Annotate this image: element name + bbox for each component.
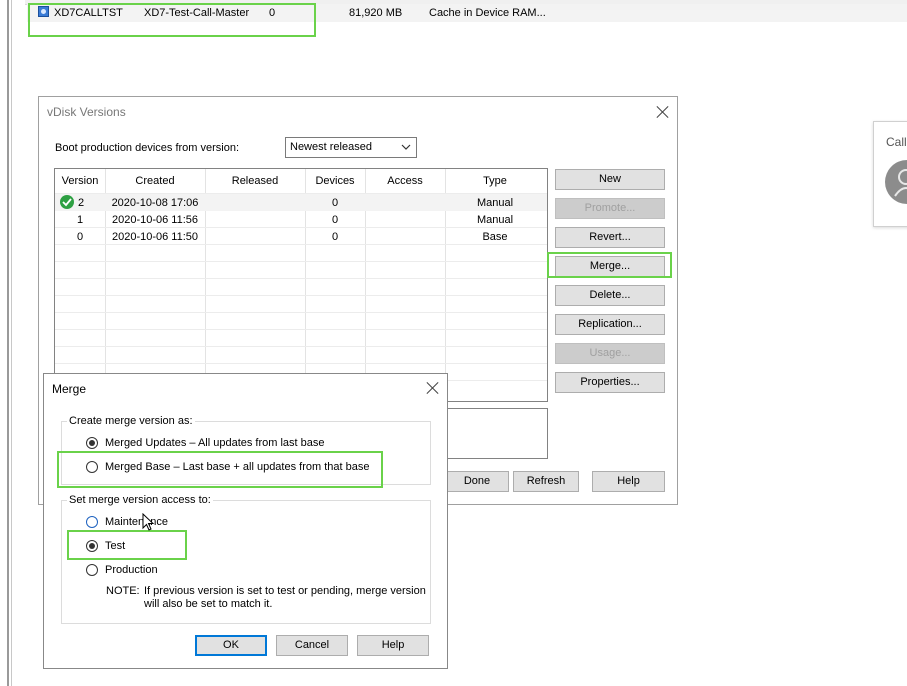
call-card-label: Call [886, 135, 907, 149]
merged-updates-radio[interactable] [86, 437, 98, 449]
col-header-type[interactable]: Type [445, 175, 545, 187]
cancel-button[interactable]: Cancel [276, 635, 348, 656]
replication-button[interactable]: Replication... [555, 314, 665, 335]
note-prefix: NOTE: [106, 585, 140, 597]
revert-button[interactable]: Revert... [555, 227, 665, 248]
row-type: Base [482, 231, 508, 243]
col-header-created[interactable]: Created [105, 175, 205, 187]
production-radio[interactable] [86, 564, 98, 576]
col-header-released[interactable]: Released [205, 175, 305, 187]
done-button[interactable]: Done [445, 471, 509, 492]
production-label[interactable]: Production [105, 564, 158, 576]
row-version: 0 [76, 231, 84, 243]
close-icon[interactable] [426, 381, 440, 395]
row-type: Manual [476, 197, 514, 209]
boot-version-value: Newest released [290, 141, 372, 153]
delete-button[interactable]: Delete... [555, 285, 665, 306]
window-border-inner [11, 0, 12, 686]
help-button[interactable]: Help [592, 471, 665, 492]
vdisk-cache-type: Cache in Device RAM... [429, 7, 546, 19]
highlight-box-vdisk-row [28, 3, 316, 37]
row-created: 2020-10-06 11:50 [111, 231, 199, 243]
row-version: 1 [76, 214, 84, 226]
close-icon[interactable] [656, 105, 670, 119]
properties-button[interactable]: Properties... [555, 372, 665, 393]
usage-button[interactable]: Usage... [555, 343, 665, 364]
merge-dialog-title: Merge [52, 382, 87, 396]
avatar [885, 160, 907, 204]
row-type: Manual [476, 214, 514, 226]
version-details-box [444, 408, 548, 459]
help-button[interactable]: Help [357, 635, 429, 656]
maintenance-radio[interactable] [86, 516, 98, 528]
merge-dialog: Merge Create merge version as: Merged Up… [43, 373, 448, 669]
versions-table[interactable]: Version Created Released Devices Access … [54, 168, 548, 402]
row-devices: 0 [331, 231, 339, 243]
row-created: 2020-10-06 11:56 [111, 214, 199, 226]
ok-button[interactable]: OK [195, 635, 267, 656]
vdisk-versions-title: vDisk Versions [47, 105, 126, 119]
row-created: 2020-10-08 17:06 [111, 197, 199, 209]
mouse-cursor-icon [142, 513, 155, 531]
col-header-version[interactable]: Version [55, 175, 105, 187]
row-devices: 0 [331, 197, 339, 209]
promote-button[interactable]: Promote... [555, 198, 665, 219]
col-header-devices[interactable]: Devices [305, 175, 365, 187]
vdisk-size: 81,920 MB [349, 7, 403, 19]
create-merge-group-label: Create merge version as: [67, 415, 195, 427]
highlight-box-test [67, 530, 187, 560]
window-border [7, 0, 9, 686]
merged-updates-label[interactable]: Merged Updates – All updates from last b… [105, 437, 325, 449]
row-version: 2 [77, 197, 85, 209]
chevron-down-icon [401, 144, 411, 150]
boot-version-label: Boot production devices from version: [55, 142, 240, 154]
note-line-2: will also be set to match it. [144, 598, 273, 610]
access-group-label: Set merge version access to: [67, 494, 213, 506]
col-header-access[interactable]: Access [365, 175, 445, 187]
row-devices: 0 [331, 214, 339, 226]
refresh-button[interactable]: Refresh [513, 471, 579, 492]
highlight-box-merge [547, 252, 672, 278]
check-icon [60, 195, 74, 209]
maintenance-label[interactable]: Maintenance [105, 516, 168, 528]
new-button[interactable]: New [555, 169, 665, 190]
boot-version-select[interactable]: Newest released [285, 137, 417, 158]
note-line-1: If previous version is set to test or pe… [144, 585, 426, 597]
highlight-box-merged-base [57, 451, 383, 488]
